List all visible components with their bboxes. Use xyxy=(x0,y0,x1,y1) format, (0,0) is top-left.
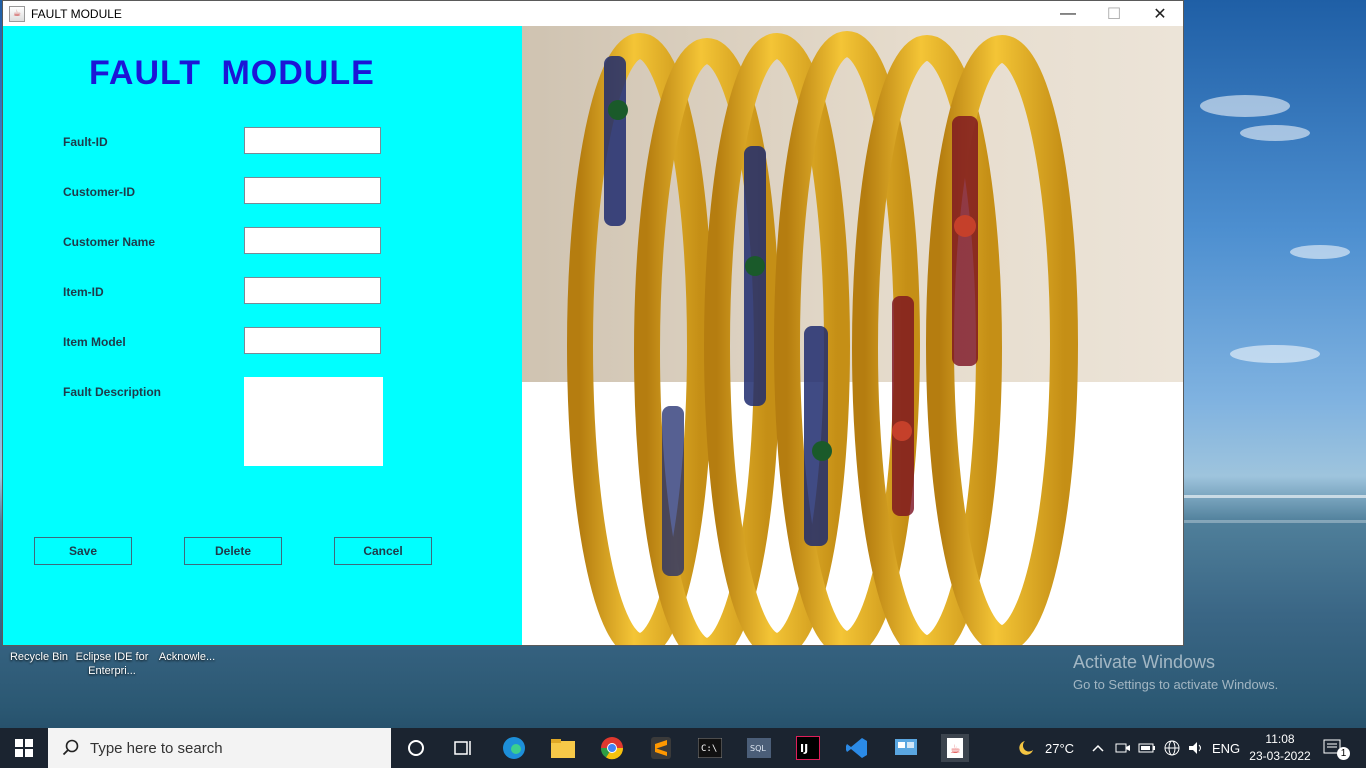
start-button[interactable] xyxy=(0,728,48,768)
form-panel: FAULT MODULE Fault-ID Customer-ID Custom… xyxy=(3,26,522,645)
clock-date: 23-03-2022 xyxy=(1249,749,1311,763)
cloud xyxy=(1290,245,1350,259)
battery-icon[interactable] xyxy=(1138,728,1156,768)
network-icon[interactable] xyxy=(1163,728,1181,768)
weather-widget[interactable]: 27°C xyxy=(1013,728,1074,768)
window-title: FAULT MODULE xyxy=(31,6,122,21)
cloud xyxy=(1240,125,1310,141)
weather-temperature: 27°C xyxy=(1045,740,1075,756)
cloud xyxy=(1230,345,1320,363)
desktop-icon-label: Recycle Bin xyxy=(9,651,69,663)
fault-description-label: Fault Description xyxy=(63,385,162,399)
fault-id-input[interactable] xyxy=(244,127,381,154)
clock-time: 11:08 xyxy=(1265,732,1295,746)
item-model-label: Item Model xyxy=(63,335,126,349)
weather-moon-icon xyxy=(1019,741,1033,755)
activation-watermark: Activate Windows Go to Settings to activ… xyxy=(1073,652,1278,692)
maximize-button[interactable]: ☐ xyxy=(1091,1,1137,26)
svg-text:☕: ☕ xyxy=(950,742,961,756)
wave xyxy=(1184,495,1366,498)
fault-module-window: ☕ FAULT MODULE — ☐ ✕ FAULT MODULE Fault-… xyxy=(2,0,1184,646)
form-heading: FAULT MODULE xyxy=(89,54,375,92)
customer-id-label: Customer-ID xyxy=(63,185,136,199)
java-app-icon: ☕ xyxy=(9,5,25,22)
sublime-text-icon[interactable] xyxy=(647,734,675,762)
chevron-up-icon xyxy=(1092,744,1104,752)
cancel-button[interactable]: Cancel xyxy=(334,537,432,565)
bangles-image xyxy=(522,26,1183,645)
wave xyxy=(1184,520,1366,523)
notification-center-button[interactable]: 1 xyxy=(1323,728,1350,768)
search-icon xyxy=(62,739,79,756)
taskbar-search-box[interactable]: Type here to search xyxy=(48,728,391,768)
item-id-input[interactable] xyxy=(244,277,381,304)
title-bar[interactable]: ☕ FAULT MODULE — ☐ ✕ xyxy=(3,1,1183,26)
customer-id-input[interactable] xyxy=(244,177,381,204)
show-hidden-icons-button[interactable] xyxy=(1092,728,1104,768)
intellij-idea-icon[interactable]: IJ xyxy=(794,734,822,762)
command-prompt-icon[interactable]: C:\ xyxy=(696,734,724,762)
task-view-icon[interactable] xyxy=(450,734,478,762)
taskbar-clock[interactable]: 11:08 23-03-2022 xyxy=(1240,731,1320,765)
sql-developer-icon[interactable]: SQL xyxy=(745,734,773,762)
svg-text:IJ: IJ xyxy=(800,742,808,755)
chrome-icon[interactable] xyxy=(598,734,626,762)
fault-id-label: Fault-ID xyxy=(63,135,108,149)
meet-now-icon[interactable] xyxy=(1115,728,1131,768)
vscode-icon[interactable] xyxy=(843,734,871,762)
desktop-icon-label: Eclipse IDE for Enterpri... xyxy=(75,651,149,677)
item-model-input[interactable] xyxy=(244,327,381,354)
file-explorer-icon[interactable] xyxy=(549,734,577,762)
volume-icon[interactable] xyxy=(1187,728,1205,768)
svg-text:C:\: C:\ xyxy=(701,744,717,754)
save-button[interactable]: Save xyxy=(34,537,132,565)
watermark-subtitle: Go to Settings to activate Windows. xyxy=(1073,677,1279,692)
svg-text:SQL: SQL xyxy=(750,744,766,753)
language-indicator[interactable]: ENG xyxy=(1212,728,1240,768)
taskbar: Type here to search C:\ SQL IJ ☕ 27°C EN… xyxy=(0,728,1366,768)
desktop-icon-label: Acknowle... xyxy=(158,651,216,663)
fault-description-textarea[interactable] xyxy=(244,377,383,466)
watermark-title: Activate Windows xyxy=(1073,652,1216,672)
delete-button[interactable]: Delete xyxy=(184,537,282,565)
close-button[interactable]: ✕ xyxy=(1137,1,1183,26)
java-app-taskbar-icon[interactable]: ☕ xyxy=(941,734,969,762)
cloud xyxy=(1200,95,1290,117)
cortana-icon[interactable] xyxy=(402,734,430,762)
customer-name-input[interactable] xyxy=(244,227,381,254)
edge-browser-icon[interactable] xyxy=(500,734,528,762)
notification-count-badge: 1 xyxy=(1337,746,1350,760)
minimize-button[interactable]: — xyxy=(1045,1,1091,26)
customer-name-label: Customer Name xyxy=(63,235,156,249)
item-id-label: Item-ID xyxy=(63,285,104,299)
bangles-illustration xyxy=(522,26,1183,645)
control-panel-icon[interactable] xyxy=(892,734,920,762)
window-content: FAULT MODULE Fault-ID Customer-ID Custom… xyxy=(3,26,1183,645)
windows-logo-icon xyxy=(15,739,33,757)
search-placeholder: Type here to search xyxy=(90,739,223,757)
